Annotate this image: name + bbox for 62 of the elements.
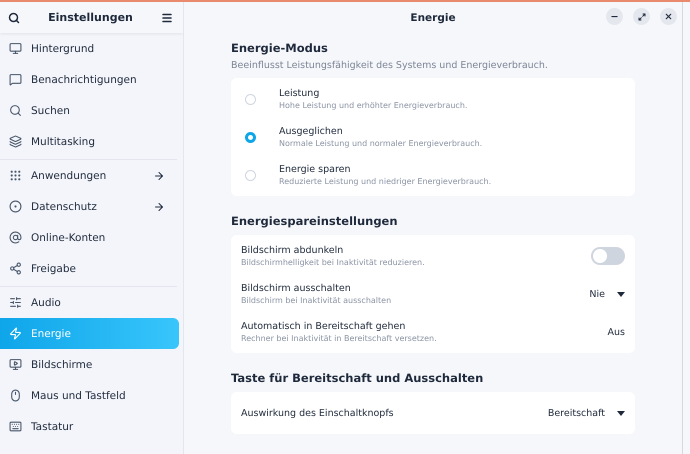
setting-label: Bildschirm abdunkeln: [241, 245, 344, 256]
radio-button[interactable]: [245, 94, 256, 104]
expand-icon: [638, 12, 646, 20]
display-icon: [9, 358, 22, 371]
section-subtitle: Beeinflusst Leistungsfähigkeit des Systems und Energieverbrauch.: [231, 60, 549, 71]
maximize-button[interactable]: [633, 8, 650, 25]
sidebar-item[interactable]: Freigabe: [0, 253, 177, 284]
setting-label: Automatisch in Bereitschaft gehen: [241, 321, 406, 332]
setting-description: Rechner bei Inaktivität in Bereitschaft versetzen.: [241, 334, 438, 343]
search-icon: [9, 104, 22, 117]
sidebar-item[interactable]: Benachrichtigungen: [0, 64, 177, 95]
sidebar-item[interactable]: Multitasking: [0, 126, 177, 157]
sidebar-item[interactable]: Suchen: [0, 95, 177, 126]
setting-value: Aus: [608, 326, 625, 338]
circle-dot-icon: [9, 200, 22, 213]
sidebar-item[interactable]: Datenschutz: [0, 191, 177, 222]
close-button[interactable]: [660, 8, 677, 25]
setting-description: Bildschirm bei Inaktivität ausschalten: [241, 296, 392, 305]
arrow-icon: [153, 170, 165, 182]
section-title: Energie-Modus: [231, 41, 329, 55]
setting-description: Normale Leistung und normaler Energieverbrauch.: [279, 139, 484, 148]
minimize-button[interactable]: [606, 8, 623, 25]
radio-button[interactable]: [245, 170, 256, 180]
search-icon: [8, 12, 20, 24]
caret-icon: [617, 292, 625, 296]
mouse-icon: [9, 389, 22, 402]
grid-icon: [9, 169, 22, 182]
monitor-icon: [9, 42, 22, 55]
sidebar-item[interactable]: Tastatur: [0, 411, 177, 442]
setting-description: Hohe Leistung und erhöhter Energieverbrauch.: [279, 101, 468, 110]
windows-icon: [9, 135, 22, 148]
sidebar-item[interactable]: Audio: [0, 287, 177, 318]
setting-label: Energie sparen: [279, 164, 352, 175]
caret-icon: [617, 410, 625, 416]
sliders-icon: [9, 296, 22, 309]
setting-label: Auswirkung des Einschaltknopfs: [241, 408, 395, 418]
dropdown[interactable]: Bereitschaft: [548, 408, 625, 418]
sidebar-title: Einstellungen: [48, 11, 133, 24]
keyboard-icon: [9, 420, 22, 433]
sidebar-item[interactable]: Online-Konten: [0, 222, 177, 253]
setting-label: Leistung: [279, 88, 320, 99]
setting-description: Bildschirmhelligkeit bei Inaktivität reduzieren.: [241, 258, 426, 267]
section-title: Taste für Bereitschaft und Ausschalten: [231, 371, 484, 385]
share-icon: [9, 262, 22, 275]
menu-icon: [160, 12, 173, 24]
sidebar-item[interactable]: Hintergrund: [0, 33, 177, 64]
message-icon: [9, 73, 22, 86]
arrow-icon: [153, 200, 165, 212]
dropdown[interactable]: Nie: [589, 288, 625, 300]
sidebar-item[interactable]: Anwendungen: [0, 160, 177, 191]
close-icon: [664, 12, 673, 21]
setting-label: Bildschirm ausschalten: [241, 283, 352, 294]
section-title: Energiespareinstellungen: [231, 214, 399, 228]
sidebar-item[interactable]: Bildschirme: [0, 349, 177, 380]
setting-description: Reduzierte Leistung und niedriger Energieverbrauch.: [279, 177, 492, 186]
toggle-switch[interactable]: [591, 247, 625, 265]
window-title: Energie: [410, 12, 456, 24]
at-sign-icon: [9, 231, 22, 244]
radio-button[interactable]: [245, 132, 256, 142]
lightning-icon: [9, 327, 22, 340]
setting-label: Ausgeglichen: [279, 126, 344, 137]
sidebar-item[interactable]: Maus und Tastfeld: [0, 380, 177, 411]
